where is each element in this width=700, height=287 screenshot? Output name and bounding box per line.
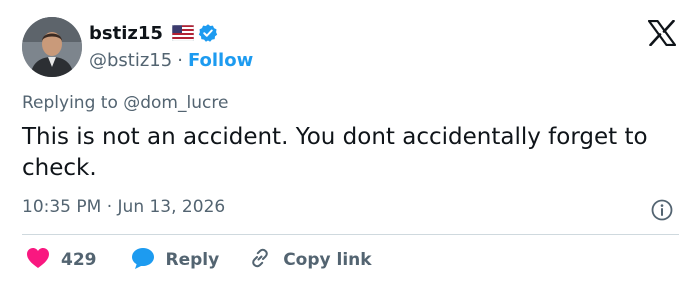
link-icon: [248, 246, 272, 275]
x-logo-icon[interactable]: [647, 19, 677, 50]
info-icon[interactable]: [651, 199, 673, 225]
follow-button[interactable]: Follow: [188, 50, 253, 71]
verified-badge-icon: [198, 23, 218, 43]
speech-bubble-icon: [131, 247, 155, 274]
like-count: 429: [61, 250, 97, 270]
copy-link-label: Copy link: [283, 250, 372, 270]
tweet-card: bstiz15 @bstiz15 · Follow Replying to @d…: [0, 0, 700, 287]
reply-button[interactable]: Reply: [131, 247, 220, 274]
display-name[interactable]: bstiz15: [89, 23, 163, 44]
author-name-row: bstiz15: [89, 20, 218, 46]
reply-label: Reply: [165, 250, 220, 270]
author-handle[interactable]: @bstiz15: [89, 50, 172, 71]
author-handle-row: @bstiz15 · Follow: [89, 47, 253, 73]
like-button[interactable]: 429: [26, 247, 97, 274]
separator-dot: ·: [177, 49, 183, 71]
divider: [22, 234, 679, 235]
timestamp[interactable]: 10:35 PM · Jun 13, 2026: [22, 197, 225, 217]
flag-us-icon: [171, 25, 194, 41]
avatar[interactable]: [22, 17, 82, 77]
heart-icon: [26, 247, 50, 274]
copy-link-button[interactable]: Copy link: [248, 246, 372, 275]
replying-to-label[interactable]: Replying to @dom_lucre: [22, 93, 228, 113]
tweet-text: This is not an accident. You dont accide…: [22, 124, 648, 181]
action-bar: 429 Reply Copy link: [26, 246, 372, 274]
